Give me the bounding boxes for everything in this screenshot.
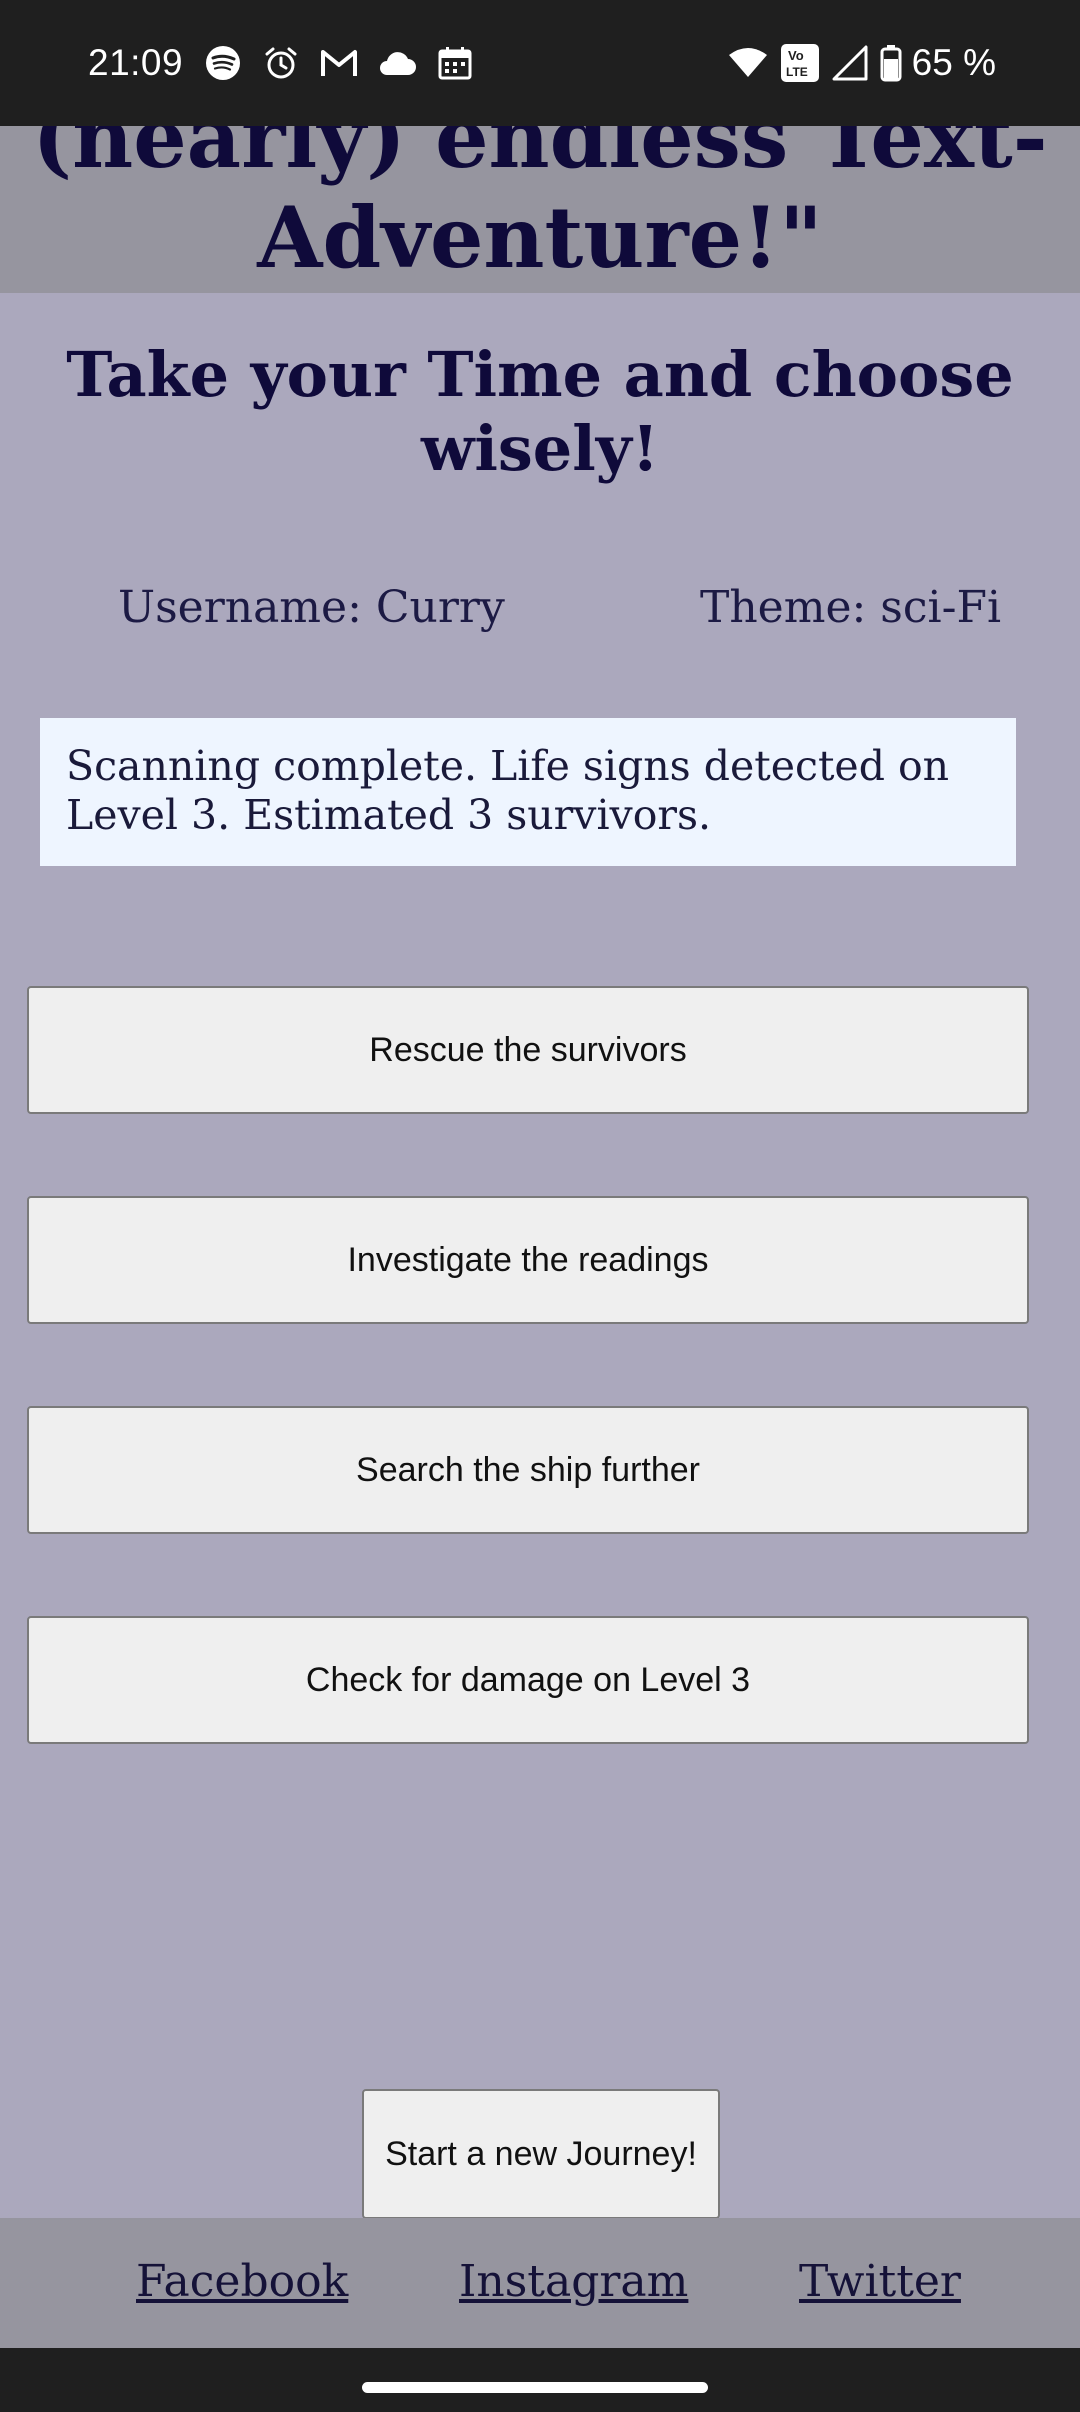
twitter-link[interactable]: Twitter xyxy=(799,2254,961,2310)
wifi-icon xyxy=(728,40,768,86)
navigation-bar xyxy=(0,2348,1080,2412)
new-journey-button[interactable]: Start a new Journey! xyxy=(362,2089,720,2219)
alarm-icon xyxy=(258,40,304,86)
username-label: Username: Curry xyxy=(118,582,505,633)
status-bar: 21:09 Vo LTE 65 % xyxy=(0,0,1080,126)
volte-icon: Vo LTE xyxy=(780,40,820,86)
choice-button-search-ship[interactable]: Search the ship further xyxy=(27,1406,1029,1534)
svg-text:LTE: LTE xyxy=(786,65,808,79)
instagram-link[interactable]: Instagram xyxy=(459,2254,688,2310)
page-title-line1: (nearly) endless Text- xyxy=(32,126,1048,187)
story-text: Scanning complete. Life signs detected o… xyxy=(66,742,950,839)
calendar-icon xyxy=(432,40,478,86)
battery-percent: 65 % xyxy=(911,42,996,83)
footer: Facebook Instagram Twitter xyxy=(0,2218,1080,2348)
notification-icons xyxy=(200,40,490,86)
cloud-icon xyxy=(374,40,420,86)
choice-button-investigate-readings[interactable]: Investigate the readings xyxy=(27,1196,1029,1324)
header-band: (nearly) endless Text- Adventure!" xyxy=(0,126,1080,293)
choice-button-rescue-survivors[interactable]: Rescue the survivors xyxy=(27,986,1029,1114)
svg-text:Vo: Vo xyxy=(788,48,804,63)
story-text-box: Scanning complete. Life signs detected o… xyxy=(40,718,1016,866)
page-title-line2: Adventure!" xyxy=(257,188,823,287)
system-icons: Vo LTE 65 % xyxy=(716,38,996,88)
home-gesture-handle[interactable] xyxy=(362,2382,708,2393)
status-time: 21:09 xyxy=(88,42,184,83)
page-title: (nearly) endless Text- Adventure!" xyxy=(0,126,1080,288)
spotify-icon xyxy=(200,40,246,86)
subtitle: Take your Time and choose wisely! xyxy=(66,338,1014,485)
battery-icon xyxy=(880,40,902,86)
signal-icon xyxy=(832,40,868,86)
theme-label: Theme: sci-Fi xyxy=(700,582,1002,633)
facebook-link[interactable]: Facebook xyxy=(136,2254,348,2310)
choice-button-check-damage[interactable]: Check for damage on Level 3 xyxy=(27,1616,1029,1744)
gmail-icon xyxy=(316,40,362,86)
